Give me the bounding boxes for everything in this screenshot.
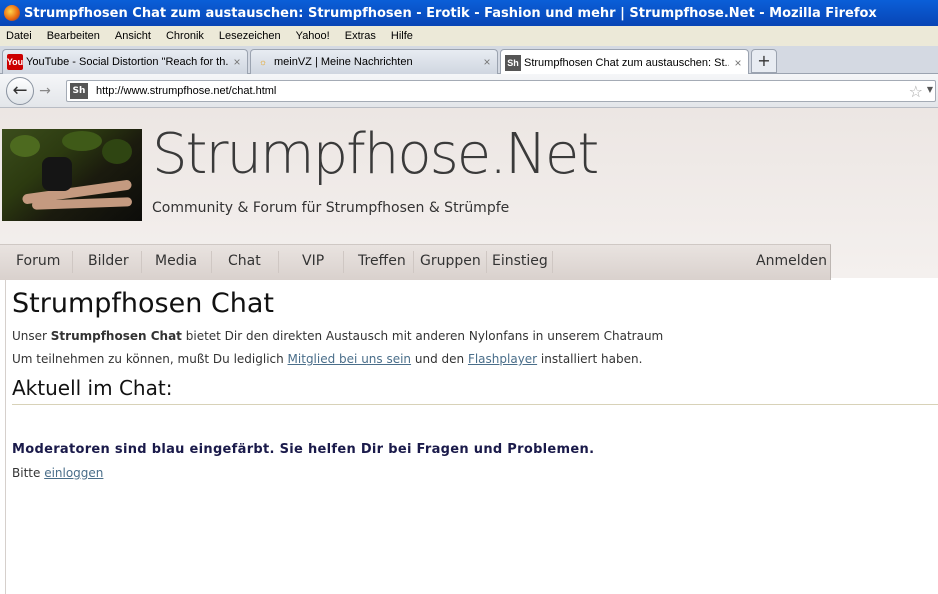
main-content: Strumpfhosen Chat Unser Strumpfhosen Cha…	[5, 280, 938, 594]
tab-strumpfhose-chat[interactable]: Sh Strumpfhosen Chat zum austauschen: St…	[500, 49, 749, 75]
page-title: Strumpfhosen Chat	[12, 288, 274, 319]
intro-text-2: Um teilnehmen zu können, mußt Du ledigli…	[12, 352, 642, 366]
intro-text: Um teilnehmen zu können, mußt Du ledigli…	[12, 352, 288, 366]
menu-bearbeiten[interactable]: Bearbeiten	[47, 30, 100, 42]
nav-bilder[interactable]: Bilder	[88, 253, 129, 269]
new-tab-button[interactable]: +	[751, 49, 777, 73]
url-input[interactable]: http://www.strumpfhose.net/chat.html	[96, 85, 276, 97]
tab-youtube[interactable]: You YouTube - Social Distortion "Reach f…	[2, 49, 248, 74]
nav-einstieg[interactable]: Einstieg	[492, 253, 548, 269]
nav-anmelden[interactable]: Anmelden	[756, 253, 827, 269]
nav-treffen[interactable]: Treffen	[358, 253, 406, 269]
intro-text: und den	[411, 352, 468, 366]
current-in-chat-heading: Aktuell im Chat:	[12, 376, 173, 400]
close-icon[interactable]: ×	[231, 55, 243, 69]
tab-meinvz[interactable]: ☼ meinVZ | Meine Nachrichten ×	[250, 49, 498, 74]
foliage-shape	[62, 131, 102, 151]
nav-gruppen[interactable]: Gruppen	[420, 253, 481, 269]
window-title: Strumpfhosen Chat zum austauschen: Strum…	[24, 5, 877, 21]
intro-text: bietet Dir den direkten Austausch mit an…	[181, 329, 664, 343]
url-bar[interactable]: Sh http://www.strumpfhose.net/chat.html …	[66, 80, 936, 102]
menu-yahoo[interactable]: Yahoo!	[296, 30, 330, 42]
bookmark-star-icon[interactable]: ☆	[909, 82, 923, 101]
member-link[interactable]: Mitglied bei uns sein	[288, 352, 412, 366]
menu-ansicht[interactable]: Ansicht	[115, 30, 151, 42]
intro-text: installiert haben.	[537, 352, 643, 366]
site-title[interactable]: Strumpfhose.Net	[152, 122, 599, 187]
nav-separator	[552, 251, 553, 273]
nav-vip[interactable]: VIP	[302, 253, 324, 269]
site-subtitle: Community & Forum für Strumpfhosen & Str…	[152, 200, 510, 216]
nav-separator	[72, 251, 73, 273]
forward-button[interactable]: →	[36, 82, 54, 100]
tab-title: Strumpfhosen Chat zum austauschen: St...	[524, 56, 729, 69]
nav-separator	[278, 251, 279, 273]
youtube-icon: You	[7, 54, 23, 70]
nav-separator	[486, 251, 487, 273]
foliage-shape	[102, 139, 132, 164]
menu-datei[interactable]: Datei	[6, 30, 32, 42]
foliage-shape	[10, 135, 40, 157]
header-photo	[2, 129, 142, 221]
intro-text: Unser	[12, 329, 51, 343]
intro-text-1: Unser Strumpfhosen Chat bietet Dir den d…	[12, 329, 663, 343]
login-link[interactable]: einloggen	[44, 466, 103, 480]
back-button[interactable]: ←	[6, 77, 34, 105]
menu-hilfe[interactable]: Hilfe	[391, 30, 413, 42]
tab-strip: You YouTube - Social Distortion "Reach f…	[0, 46, 938, 75]
nav-separator	[141, 251, 142, 273]
intro-bold-text: Strumpfhosen Chat	[50, 329, 182, 343]
dress-shape	[42, 157, 72, 191]
navigation-toolbar: ← → Sh http://www.strumpfhose.net/chat.h…	[0, 74, 938, 108]
menu-lesezeichen[interactable]: Lesezeichen	[219, 30, 281, 42]
tab-title: meinVZ | Meine Nachrichten	[274, 56, 413, 68]
dropdown-arrow-icon[interactable]: ▼	[927, 85, 933, 94]
nav-media[interactable]: Media	[155, 253, 197, 269]
nav-separator	[343, 251, 344, 273]
nav-separator	[211, 251, 212, 273]
close-icon[interactable]: ×	[481, 55, 493, 69]
site-favicon-icon: Sh	[70, 83, 88, 99]
divider	[12, 404, 938, 405]
strumpfhose-icon: Sh	[505, 54, 521, 71]
menu-chronik[interactable]: Chronik	[166, 30, 204, 42]
close-icon[interactable]: ×	[732, 56, 744, 70]
site-navigation: Forum Bilder Media Chat VIP Treffen Grup…	[0, 244, 831, 280]
moderators-note: Moderatoren sind blau eingefärbt. Sie he…	[12, 442, 595, 457]
login-prompt: Bitte einloggen	[12, 466, 103, 480]
firefox-logo-icon	[4, 5, 20, 21]
flashplayer-link[interactable]: Flashplayer	[468, 352, 537, 366]
nav-separator	[413, 251, 414, 273]
nav-forum[interactable]: Forum	[16, 253, 60, 269]
nav-chat[interactable]: Chat	[228, 253, 261, 269]
menu-bar: Datei Bearbeiten Ansicht Chronik Lesezei…	[0, 26, 938, 46]
window-titlebar: Strumpfhosen Chat zum austauschen: Strum…	[0, 0, 938, 26]
login-prefix-text: Bitte	[12, 466, 45, 480]
menu-extras[interactable]: Extras	[345, 30, 376, 42]
tab-title: YouTube - Social Distortion "Reach for t…	[26, 56, 228, 68]
meinvz-icon: ☼	[258, 57, 268, 67]
